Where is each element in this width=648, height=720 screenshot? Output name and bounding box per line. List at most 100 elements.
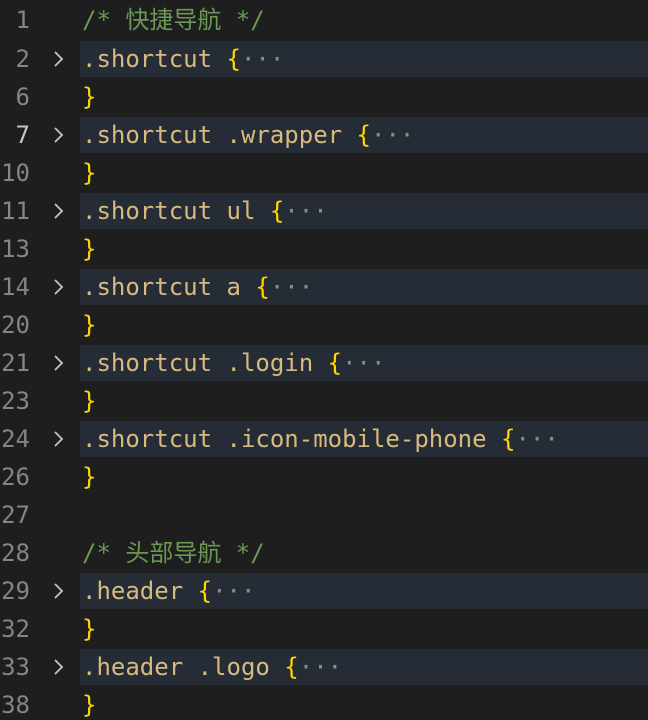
line-number: 10 [1,159,30,187]
code-line[interactable]: 10} [0,154,648,192]
css-selector: .shortcut ul [82,197,256,225]
code-content[interactable]: /* 快捷导航 */ [80,0,648,40]
code-content[interactable]: .shortcut .icon-mobile-phone {··· [80,421,648,457]
open-brace: { [356,121,371,149]
fold-chevron-right-icon[interactable] [48,268,70,306]
editor-lines: 1/* 快捷导航 */2 .shortcut {··· 6} 7 .shortcut .… [0,0,648,720]
code-editor[interactable]: 1/* 快捷导航 */2 .shortcut {··· 6} 7 .shortcut .… [0,0,648,720]
code-line[interactable]: 29 .header {··· [0,572,648,610]
code-line[interactable]: 38} [0,686,648,720]
folded-ellipsis[interactable]: ··· [284,197,327,225]
open-brace: { [327,349,343,377]
code-content[interactable]: .shortcut .wrapper {··· [80,117,648,153]
fold-chevron-right-icon[interactable] [48,572,70,610]
code-content[interactable]: } [80,78,648,116]
css-selector: .header [82,577,184,605]
code-content[interactable]: .shortcut a {··· [80,269,648,305]
folded-ellipsis[interactable]: ··· [342,349,385,377]
line-number: 27 [1,501,30,529]
css-selector: .header .logo [82,653,270,681]
code-line[interactable]: 21 .shortcut .login {··· [0,344,648,382]
code-line[interactable]: 20} [0,306,648,344]
code-line[interactable]: 26} [0,458,648,496]
open-brace: { [501,425,516,453]
close-brace: } [82,311,97,339]
open-brace: { [255,273,270,301]
line-number: 33 [1,653,30,681]
line-number: 6 [15,83,30,111]
close-brace: } [82,235,97,263]
code-line[interactable]: 13} [0,230,648,268]
code-comment: /* 头部导航 */ [82,539,265,567]
folded-ellipsis[interactable]: ··· [515,425,558,453]
css-selector: .shortcut .icon-mobile-phone [82,425,487,453]
code-content[interactable]: } [80,230,648,268]
open-brace: { [269,197,285,225]
code-line[interactable]: 7 .shortcut .wrapper {··· [0,116,648,154]
fold-chevron-right-icon[interactable] [48,344,70,382]
line-number: 14 [1,273,30,301]
folded-ellipsis[interactable]: ··· [241,45,284,73]
close-brace: } [82,691,97,719]
code-content[interactable] [80,496,648,534]
code-line[interactable]: 2 .shortcut {··· [0,40,648,78]
code-content[interactable]: } [80,610,648,648]
folded-ellipsis[interactable]: ··· [212,577,255,605]
fold-chevron-right-icon[interactable] [48,40,70,78]
line-number: 28 [1,539,30,567]
close-brace: } [82,387,97,415]
close-brace: } [82,463,97,491]
folded-ellipsis[interactable]: ··· [270,273,313,301]
line-number: 32 [1,615,30,643]
css-selector: .shortcut [82,45,213,73]
code-content[interactable]: } [80,458,648,496]
open-brace: { [197,577,213,605]
code-content[interactable]: .header {··· [80,573,648,609]
fold-chevron-right-icon[interactable] [48,192,70,230]
folded-ellipsis[interactable]: ··· [371,121,414,149]
code-content[interactable]: } [80,154,648,192]
open-brace: { [226,45,241,73]
fold-chevron-right-icon[interactable] [48,420,70,458]
line-number: 23 [1,387,30,415]
code-content[interactable]: } [80,686,648,720]
line-number: 21 [1,349,30,377]
code-content[interactable]: } [80,306,648,344]
code-line[interactable]: 6} [0,78,648,116]
code-line[interactable]: 28 /* 头部导航 */ [0,534,648,572]
close-brace: } [82,615,97,643]
line-number: 2 [15,45,30,73]
line-number: 38 [1,691,30,719]
close-brace: } [82,83,97,111]
code-line[interactable]: 11 .shortcut ul {··· [0,192,648,230]
code-line[interactable]: 1 /* 快捷导航 */ [0,0,648,40]
code-line[interactable]: 32} [0,610,648,648]
line-number: 29 [1,577,30,605]
line-number: 20 [1,311,30,339]
line-number: 11 [1,197,30,225]
line-number: 7 [15,121,30,149]
line-number: 24 [1,425,30,453]
code-line[interactable]: 27 [0,496,648,534]
open-brace: { [284,653,299,681]
css-selector: .shortcut .login [82,349,314,377]
fold-chevron-right-icon[interactable] [48,648,70,686]
folded-ellipsis[interactable]: ··· [299,653,342,681]
fold-chevron-right-icon[interactable] [48,116,70,154]
line-number: 26 [1,463,30,491]
code-content[interactable]: .shortcut {··· [80,41,648,77]
code-line[interactable]: 33 .header .logo {··· [0,648,648,686]
code-comment: /* 快捷导航 */ [82,6,265,34]
code-content[interactable]: .shortcut ul {··· [80,193,648,229]
code-line[interactable]: 14 .shortcut a {··· [0,268,648,306]
code-content[interactable]: /* 头部导航 */ [80,534,648,572]
close-brace: } [82,159,97,187]
code-content[interactable]: } [80,382,648,420]
code-line[interactable]: 24 .shortcut .icon-mobile-phone {··· [0,420,648,458]
css-selector: .shortcut .wrapper [82,121,343,149]
code-line[interactable]: 23} [0,382,648,420]
line-number: 13 [1,235,30,263]
line-number: 1 [15,6,30,34]
code-content[interactable]: .shortcut .login {··· [80,345,648,381]
code-content[interactable]: .header .logo {··· [80,649,648,685]
